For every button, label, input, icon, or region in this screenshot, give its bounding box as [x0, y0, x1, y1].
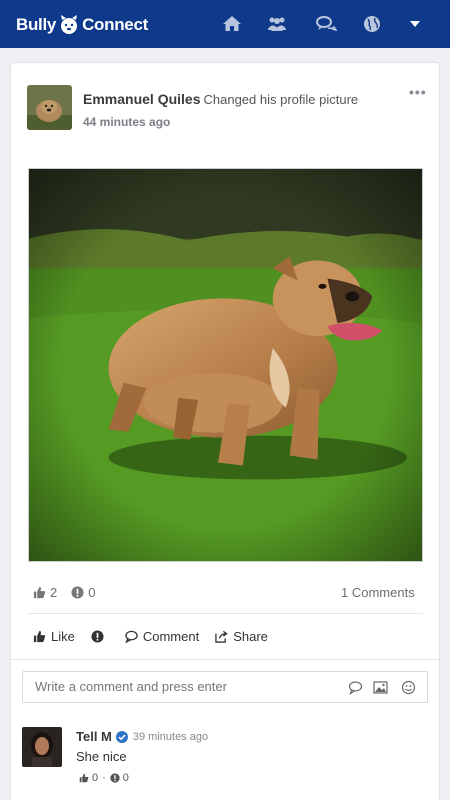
comment-author-line: Tell M 39 minutes ago — [76, 729, 208, 744]
like-label: Like — [51, 629, 75, 644]
caret-down-icon[interactable] — [410, 21, 420, 27]
comments-icon[interactable] — [315, 13, 338, 35]
comment-timestamp[interactable]: 39 minutes ago — [133, 731, 208, 743]
divider — [11, 659, 439, 660]
speech-bubble-icon[interactable] — [348, 680, 363, 695]
comment-stats: 0 · 0 — [79, 772, 129, 784]
post-timestamp[interactable]: 44 minutes ago — [83, 115, 170, 129]
exclamation-circle-icon[interactable] — [110, 773, 120, 783]
comment-likes-count: 0 — [92, 772, 99, 784]
share-button[interactable]: Share — [215, 629, 268, 644]
thumbs-up-icon[interactable] — [79, 773, 89, 783]
comment-text: She nice — [76, 749, 127, 764]
author-avatar[interactable] — [27, 85, 72, 130]
share-label: Share — [233, 629, 268, 644]
image-icon[interactable] — [373, 680, 388, 695]
post-action-text: Changed his profile picture — [203, 92, 359, 107]
commenter-avatar[interactable] — [22, 727, 62, 767]
users-icon[interactable] — [266, 13, 288, 35]
exclamation-circle-icon — [91, 630, 104, 643]
home-icon[interactable] — [221, 13, 243, 35]
comment-input[interactable] — [35, 679, 335, 694]
likes-stat[interactable]: 2 — [33, 585, 57, 600]
separator-dot: · — [102, 772, 106, 784]
comment-button[interactable]: Comment — [125, 629, 199, 644]
post-stats: 2 0 — [33, 585, 109, 600]
smiley-icon[interactable] — [401, 680, 416, 695]
brand-logo[interactable]: Bully Connect — [16, 12, 148, 38]
comment-icon — [125, 630, 138, 643]
like-button[interactable]: Like — [33, 629, 75, 644]
post-author-line: Emmanuel Quiles Changed his profile pictu… — [83, 91, 358, 107]
brand-name-right: Connect — [82, 15, 148, 34]
divider — [27, 613, 423, 614]
comment-box — [22, 671, 428, 703]
globe-icon[interactable] — [361, 13, 383, 35]
comment-dislikes-count: 0 — [122, 772, 129, 784]
brand-name-left: Bully — [16, 15, 57, 34]
dislikes-stat[interactable]: 0 — [71, 585, 95, 600]
comment-label: Comment — [142, 629, 200, 644]
dislike-button[interactable] — [91, 630, 109, 643]
more-options-icon[interactable]: ••• — [409, 85, 427, 99]
thumbs-up-icon — [33, 630, 46, 643]
dog-logo-icon — [58, 14, 80, 36]
top-nav-bar: Bully Connect — [0, 0, 450, 48]
exclamation-circle-icon — [71, 586, 84, 599]
post-author-name[interactable]: Emmanuel Quiles — [83, 91, 200, 107]
comments-count-link[interactable]: 1 Comments — [341, 585, 415, 600]
likes-count: 2 — [50, 585, 58, 600]
thumbs-up-icon — [33, 586, 46, 599]
dislikes-count: 0 — [88, 585, 96, 600]
post-actions: Like Comment Share — [33, 629, 284, 644]
share-icon — [215, 630, 228, 643]
comment-author-name[interactable]: Tell M — [76, 729, 112, 744]
post-card: Emmanuel Quiles Changed his profile pictu… — [10, 62, 440, 800]
post-photo[interactable] — [28, 168, 423, 562]
verified-badge-icon — [115, 730, 128, 743]
